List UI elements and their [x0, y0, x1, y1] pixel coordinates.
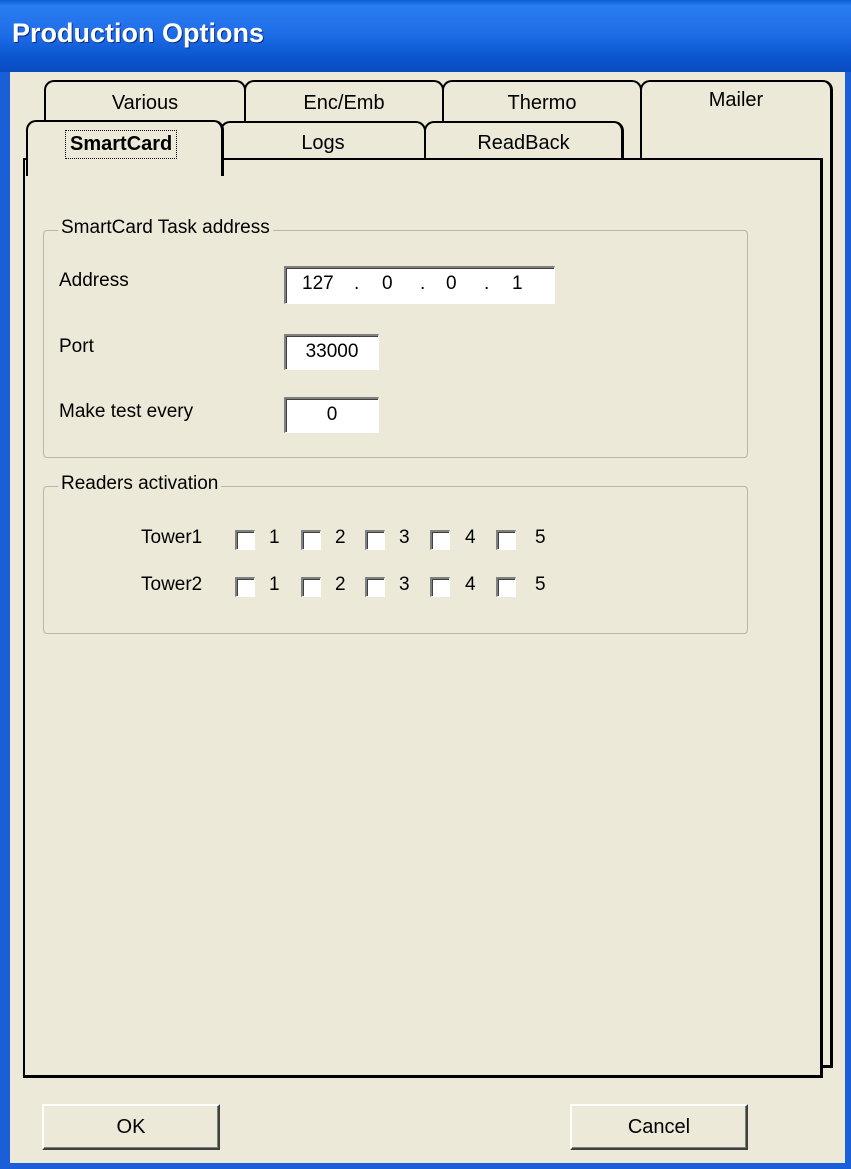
title-bar[interactable]: Production Options [0, 0, 851, 72]
tower2-reader-5-label: 5 [535, 574, 546, 595]
tower2-reader-1-checkbox[interactable] [235, 577, 255, 597]
port-input[interactable]: 33000 [284, 334, 379, 370]
tower1-reader-5-label: 5 [535, 527, 546, 548]
tower2-label: Tower2 [141, 574, 203, 595]
tower2-reader-4-label: 4 [465, 574, 476, 595]
tab-mailer[interactable]: Mailer [640, 80, 833, 164]
tower2-reader-3-label: 3 [399, 574, 410, 595]
production-options-dialog: Production Options Various Enc/Emb Therm… [0, 0, 851, 1169]
tab-thermo-label: Thermo [507, 92, 577, 114]
ip-octet-1: 127 [302, 273, 334, 294]
tower2-reader-5-checkbox[interactable] [496, 577, 516, 597]
port-label: Port [59, 336, 94, 357]
tower1-reader-2-label: 2 [335, 527, 346, 548]
make-test-every-input[interactable]: 0 [284, 397, 379, 433]
tab-readback[interactable]: ReadBack [424, 121, 624, 163]
make-test-every-label: Make test every [59, 401, 194, 422]
tower1-reader-5-checkbox[interactable] [496, 530, 516, 550]
smartcard-task-address-group: SmartCard Task address Address 127 . 0 .… [43, 217, 748, 458]
tower2-reader-2-checkbox[interactable] [301, 577, 321, 597]
tower1-label: Tower1 [141, 527, 203, 548]
tower1-reader-3-checkbox[interactable] [365, 530, 385, 550]
tab-smartcard-label: SmartCard [65, 130, 178, 159]
tower1-reader-4-label: 4 [465, 527, 476, 548]
tab-various-label: Various [111, 92, 179, 114]
cancel-button[interactable]: Cancel [570, 1104, 748, 1150]
tower1-reader-1-checkbox[interactable] [235, 530, 255, 550]
tower2-reader-2-label: 2 [335, 574, 346, 595]
ip-octet-3: 0 [446, 273, 457, 294]
window-frame-bottom [0, 1163, 851, 1169]
tower2-reader-1-label: 1 [269, 574, 280, 595]
tower2-reader-3-checkbox[interactable] [365, 577, 385, 597]
window-frame-right [845, 72, 851, 1169]
tower1-reader-1-label: 1 [269, 527, 280, 548]
window-title: Production Options [12, 18, 264, 48]
ip-dot-2: . [420, 273, 426, 294]
readers-activation-title: Readers activation [58, 473, 222, 495]
address-label: Address [59, 270, 129, 291]
smartcard-tab-panel: SmartCard Task address Address 127 . 0 .… [23, 158, 823, 1078]
ip-dot-1: . [354, 273, 360, 294]
ip-dot-3: . [484, 273, 490, 294]
tab-readback-label: ReadBack [477, 132, 570, 154]
tab-logs-label: Logs [301, 132, 345, 154]
tab-enc-emb-label: Enc/Emb [303, 92, 385, 114]
ok-button[interactable]: OK [42, 1104, 220, 1150]
tab-logs[interactable]: Logs [220, 121, 426, 163]
tower2-reader-4-checkbox[interactable] [430, 577, 450, 597]
tower1-reader-2-checkbox[interactable] [301, 530, 321, 550]
ip-octet-4: 1 [512, 273, 523, 294]
tower1-reader-4-checkbox[interactable] [430, 530, 450, 550]
smartcard-task-address-title: SmartCard Task address [58, 217, 273, 239]
tower1-reader-3-label: 3 [399, 527, 410, 548]
readers-activation-group: Readers activation Tower1 1 2 3 4 5 Towe… [43, 473, 748, 634]
window-frame-left [0, 72, 10, 1169]
tab-smartcard[interactable]: SmartCard [26, 120, 224, 176]
tab-mailer-label: Mailer [708, 89, 764, 111]
ip-address-field[interactable]: 127 . 0 . 0 . 1 [284, 266, 555, 304]
ip-octet-2: 0 [382, 273, 393, 294]
